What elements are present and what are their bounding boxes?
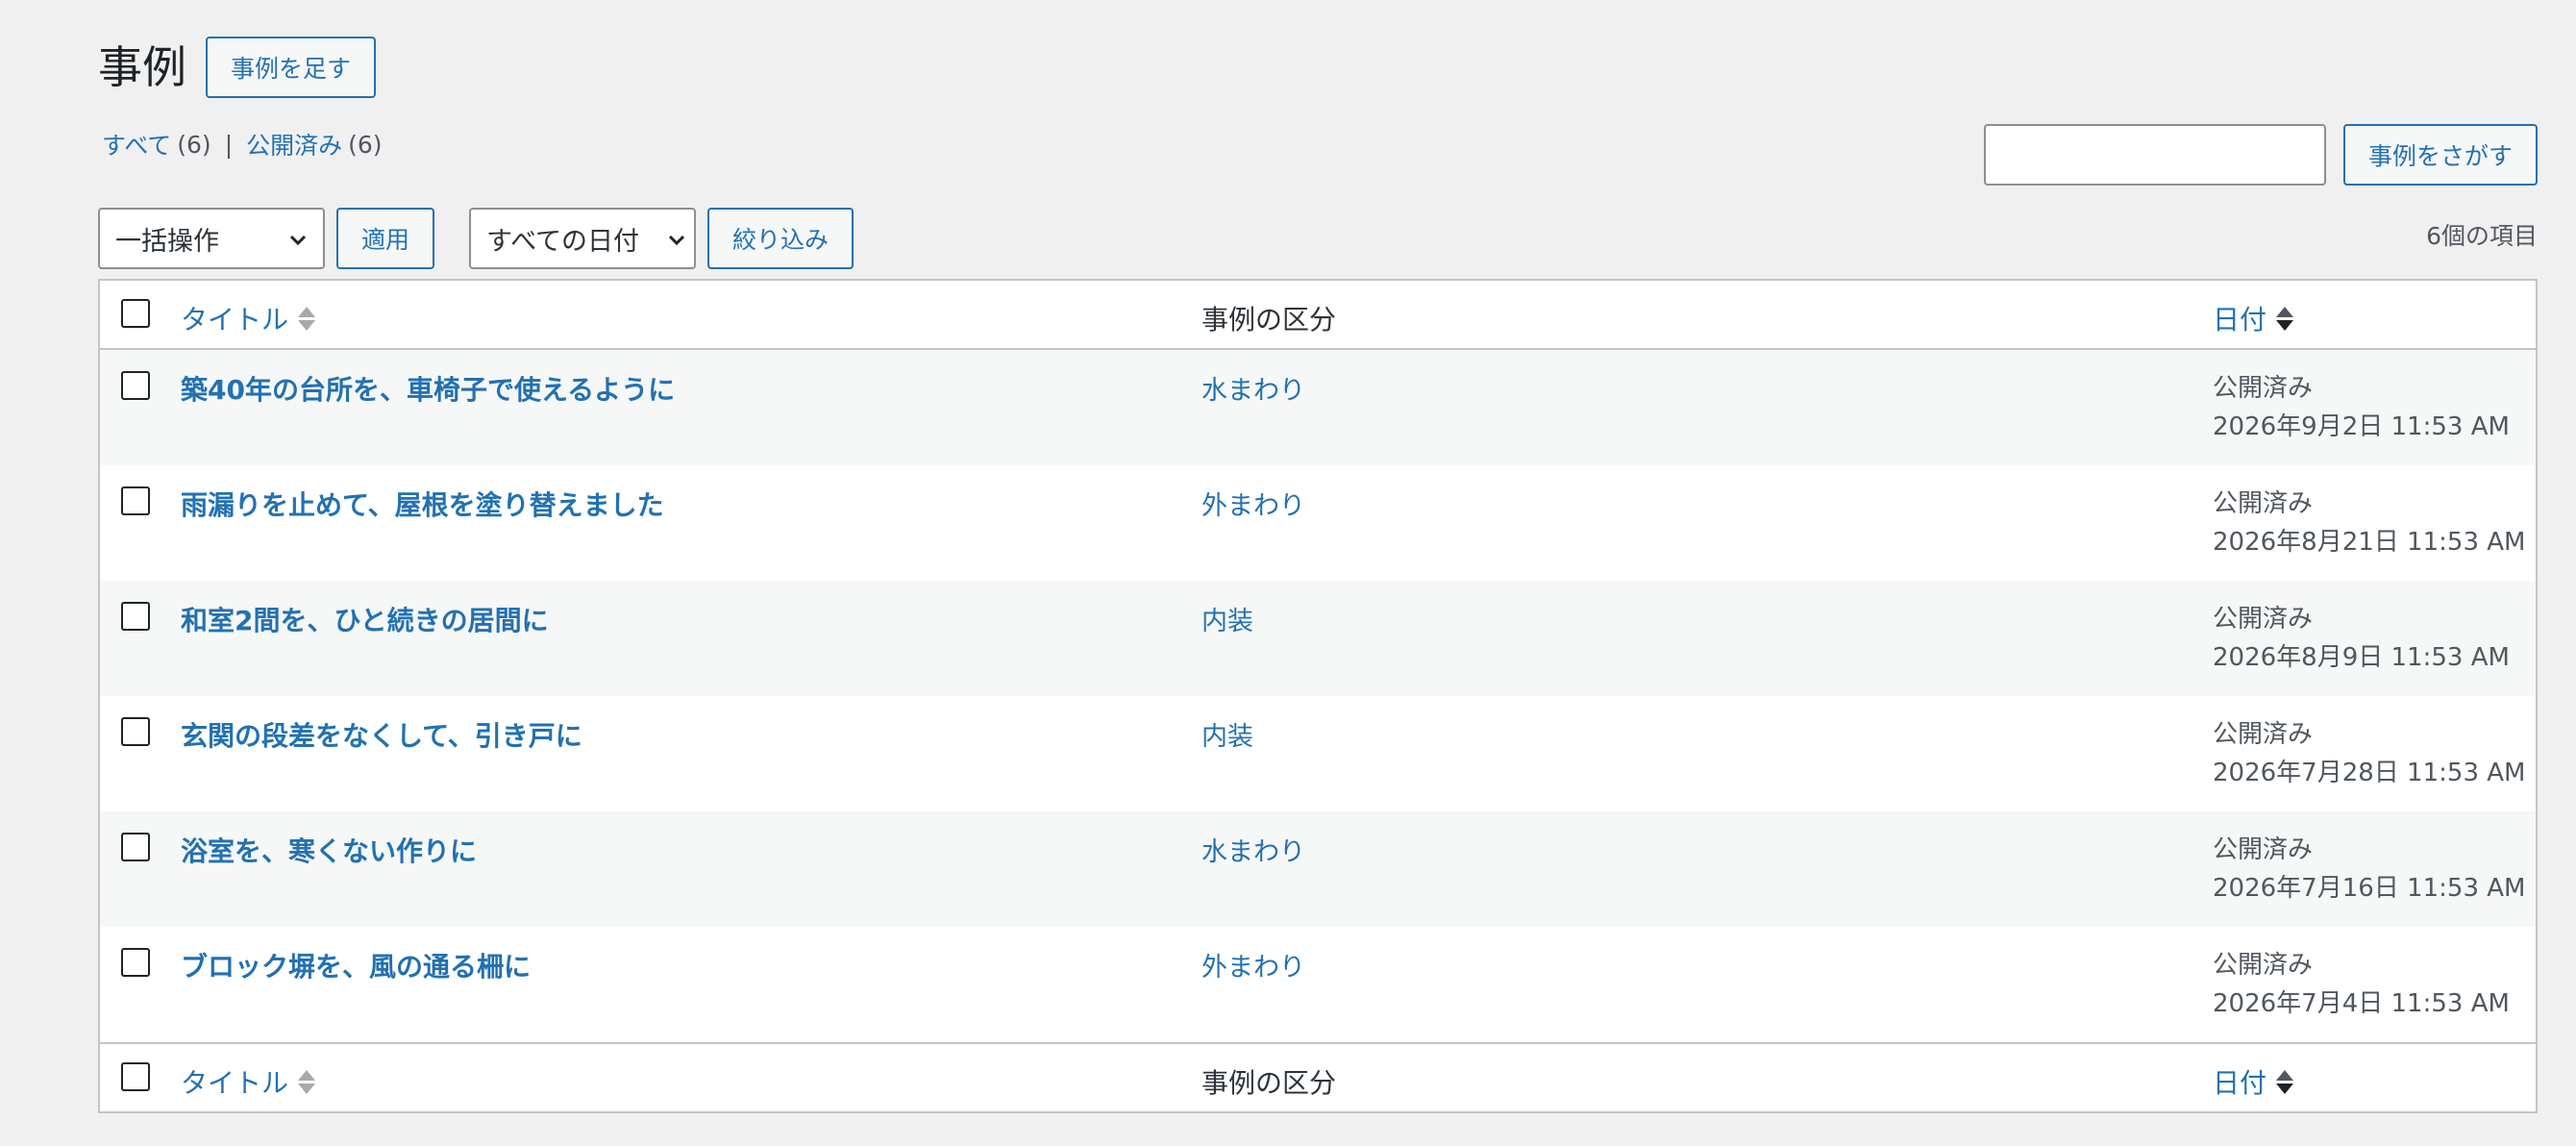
select-all-checkbox[interactable]: [121, 299, 150, 328]
column-title-sort-footer[interactable]: タイトル: [181, 1062, 316, 1101]
views-separator: |: [224, 130, 234, 159]
row-status: 公開済み: [2213, 951, 2314, 980]
row-title-link[interactable]: 築40年の台所を、車椅子で使えるように: [181, 369, 675, 408]
column-title-label: タイトル: [181, 304, 289, 336]
chevron-down-icon: [289, 235, 307, 246]
row-date: 公開済み 2026年7月16日 11:53 AM: [2213, 831, 2525, 908]
status-views: すべて (6) | 公開済み (6): [102, 127, 383, 162]
row-title-link[interactable]: 和室2間を、ひと続きの居間に: [181, 600, 549, 638]
bulk-action-selected: 一括操作: [115, 226, 219, 257]
row-status: 公開済み: [2213, 374, 2314, 403]
date-filter-selected: すべての日付: [486, 226, 640, 257]
table-row: 和室2間を、ひと続きの居間に 内装 公開済み 2026年8月9日 11:53 A…: [100, 581, 2536, 696]
row-checkbox[interactable]: [121, 948, 150, 977]
row-title-link[interactable]: 雨漏りを止めて、屋根を塗り替えました: [181, 485, 664, 523]
table-row: 浴室を、寒くない作りに 水まわり 公開済み 2026年7月16日 11:53 A…: [100, 811, 2536, 927]
view-published-link[interactable]: 公開済み: [246, 127, 342, 162]
page-title: 事例: [98, 41, 186, 93]
row-title-link[interactable]: 浴室を、寒くない作りに: [181, 831, 477, 869]
row-status: 公開済み: [2213, 605, 2314, 634]
row-category-link[interactable]: 水まわり: [1201, 369, 1305, 407]
row-category-link[interactable]: 内装: [1201, 715, 1253, 753]
main-content: 事例 事例を足す すべて (6) | 公開済み (6) 事例をさがす 一括操作 …: [98, 0, 2538, 1146]
column-date-label: 日付: [2213, 304, 2267, 336]
sort-icon: [298, 306, 316, 331]
row-category-link[interactable]: 外まわり: [1201, 485, 1305, 522]
row-datetime: 2026年7月16日 11:53 AM: [2213, 874, 2526, 903]
add-new-button[interactable]: 事例を足す: [206, 37, 377, 98]
row-date: 公開済み 2026年7月28日 11:53 AM: [2213, 715, 2525, 792]
column-title-label: タイトル: [181, 1067, 289, 1099]
apply-button[interactable]: 適用: [336, 208, 435, 269]
table-row: 雨漏りを止めて、屋根を塗り替えました 外まわり 公開済み 2026年8月21日 …: [100, 465, 2536, 581]
row-date: 公開済み 2026年8月9日 11:53 AM: [2213, 600, 2510, 677]
search-input[interactable]: [1983, 124, 2326, 186]
row-status: 公開済み: [2213, 835, 2314, 864]
row-category-link[interactable]: 水まわり: [1201, 831, 1305, 868]
row-datetime: 2026年8月9日 11:53 AM: [2213, 643, 2510, 672]
table-header: タイトル 事例の区分 日付: [100, 281, 2536, 350]
row-category-link[interactable]: 内装: [1201, 600, 1253, 637]
sort-desc-icon: [2276, 1069, 2294, 1094]
sort-icon: [298, 1069, 316, 1094]
column-date-label: 日付: [2213, 1067, 2267, 1099]
posts-table: タイトル 事例の区分 日付 築40年の台所を、車椅子で使えるように 水まわり 公…: [98, 279, 2538, 1113]
view-all-count: (6): [177, 130, 211, 159]
row-date: 公開済み 2026年8月21日 11:53 AM: [2213, 485, 2525, 561]
select-all-checkbox-footer[interactable]: [121, 1062, 150, 1091]
table-row: 築40年の台所を、車椅子で使えるように 水まわり 公開済み 2026年9月2日 …: [100, 350, 2536, 465]
bulk-action-select[interactable]: 一括操作: [98, 208, 325, 269]
row-checkbox[interactable]: [121, 717, 150, 746]
column-title-sort[interactable]: タイトル: [181, 299, 316, 337]
table-footer: タイトル 事例の区分 日付: [100, 1042, 2536, 1111]
chevron-down-icon: [668, 235, 685, 246]
row-datetime: 2026年7月28日 11:53 AM: [2213, 759, 2526, 787]
filter-button[interactable]: 絞り込み: [707, 208, 855, 269]
row-date: 公開済み 2026年9月2日 11:53 AM: [2213, 369, 2510, 446]
row-checkbox[interactable]: [121, 371, 150, 400]
table-row: 玄関の段差をなくして、引き戸に 内装 公開済み 2026年7月28日 11:53…: [100, 696, 2536, 811]
table-row: ブロック塀を、風の通る柵に 外まわり 公開済み 2026年7月4日 11:53 …: [100, 927, 2536, 1042]
row-status: 公開済み: [2213, 720, 2314, 749]
row-category-link[interactable]: 外まわり: [1201, 946, 1305, 984]
row-datetime: 2026年7月4日 11:53 AM: [2213, 989, 2510, 1018]
row-datetime: 2026年8月21日 11:53 AM: [2213, 528, 2526, 557]
column-category-label: 事例の区分: [1201, 304, 1337, 336]
row-checkbox[interactable]: [121, 602, 150, 631]
column-date-sort[interactable]: 日付: [2213, 299, 2294, 337]
row-checkbox[interactable]: [121, 833, 150, 861]
search-button[interactable]: 事例をさがす: [2342, 124, 2538, 186]
row-checkbox[interactable]: [121, 486, 150, 515]
row-datetime: 2026年9月2日 11:53 AM: [2213, 412, 2510, 441]
view-all-link[interactable]: すべて: [102, 127, 171, 162]
page-heading: 事例 事例を足す: [98, 37, 377, 98]
items-count: 6個の項目: [2426, 222, 2538, 250]
row-title-link[interactable]: 玄関の段差をなくして、引き戸に: [181, 715, 582, 754]
row-date: 公開済み 2026年7月4日 11:53 AM: [2213, 946, 2510, 1023]
search-box: 事例をさがす: [1983, 124, 2538, 186]
view-published-count: (6): [348, 130, 383, 159]
column-category-label: 事例の区分: [1201, 1067, 1337, 1099]
row-title-link[interactable]: ブロック塀を、風の通る柵に: [181, 946, 531, 984]
tablenav-top: 一括操作 適用 すべての日付 絞り込み 6個の項目: [98, 208, 2538, 269]
date-filter-select[interactable]: すべての日付: [469, 208, 696, 269]
sort-desc-icon: [2276, 306, 2294, 331]
row-status: 公開済み: [2213, 489, 2314, 518]
column-date-sort-footer[interactable]: 日付: [2213, 1062, 2294, 1101]
